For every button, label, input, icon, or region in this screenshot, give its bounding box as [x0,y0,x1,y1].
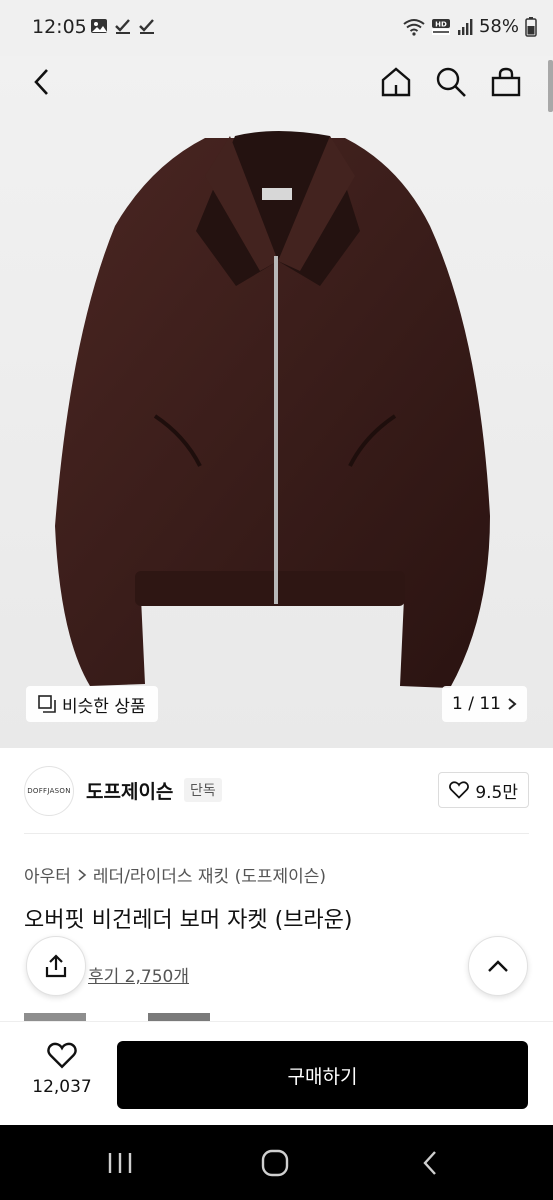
back-nav-button[interactable] [410,1145,450,1181]
brand-logo[interactable]: DOFFJASON [24,766,74,816]
battery-percent: 58% [478,16,519,37]
share-button[interactable] [26,936,86,996]
buy-button[interactable]: 구매하기 [117,1041,528,1109]
check-icon [115,19,130,34]
share-icon [45,954,67,978]
gallery-icon [91,19,107,33]
recent-apps-button[interactable] [100,1145,140,1181]
brand-like-button[interactable]: 9.5만 [438,772,529,808]
image-counter-text: 1 / 11 [452,694,501,714]
cart-button[interactable] [488,64,524,100]
search-icon [436,67,466,97]
status-right: HD 58% [403,16,537,37]
status-time: 12:05 [32,16,87,38]
back-button[interactable] [24,64,60,100]
recent-apps-icon [108,1153,132,1173]
back-nav-icon [423,1151,436,1175]
copy-icon [38,695,56,713]
check-icon [139,19,154,34]
status-notification-icons [90,17,156,35]
wifi-icon [403,18,425,36]
similar-products-button[interactable]: 비슷한 상품 [26,686,158,722]
thumbnail-strip [24,1013,210,1021]
wishlist-button[interactable]: 12,037 [22,1042,102,1097]
heart-icon [449,781,470,799]
home-circle-icon [261,1149,289,1177]
scroll-indicator [548,60,553,112]
scroll-top-button[interactable] [468,936,528,996]
brand-row[interactable]: DOFFJASON 도프제이슨 단독 9.5만 [24,764,529,818]
breadcrumb: 아우터 레더/라이더스 재킷 (도프제이슨) [24,862,326,887]
heart-icon [47,1042,77,1069]
breadcrumb-category[interactable]: 아우터 [24,862,71,887]
cart-icon [491,67,521,97]
brand-like-count: 9.5만 [475,782,518,803]
hd-voice-icon: HD [431,18,450,35]
battery-icon [525,16,537,37]
bottom-action-bar: 12,037 구매하기 [0,1021,553,1125]
system-nav-bar [0,1125,553,1200]
similar-products-label: 비슷한 상품 [62,696,146,717]
home-icon [381,67,411,97]
breadcrumb-subcategory[interactable]: 레더/라이더스 재킷 (도프제이슨) [93,862,326,887]
brand-name[interactable]: 도프제이슨 [86,777,173,804]
image-counter[interactable]: 1 / 11 [442,686,527,722]
product-title: 오버핏 비건레더 보머 자켓 (브라운) [24,908,353,933]
divider [24,833,529,834]
thumbnail[interactable] [86,1013,148,1021]
signal-icon [457,18,473,35]
status-bar: 12:05 HD 58% [0,0,553,56]
chevron-right-icon [508,698,517,710]
svg-text:HD: HD [435,20,447,28]
product-image[interactable]: 비슷한 상품 1 / 11 [0,56,553,748]
search-button[interactable] [433,64,469,100]
thumbnail[interactable] [24,1013,86,1021]
jacket-illustration [55,131,490,688]
chevron-up-icon [488,960,508,972]
wishlist-count: 12,037 [32,1077,92,1097]
thumbnail[interactable] [148,1013,210,1021]
review-link[interactable]: 후기 2,750개 [88,962,189,987]
exclusive-badge: 단독 [184,778,222,802]
home-nav-button[interactable] [255,1145,295,1181]
home-button[interactable] [378,64,414,100]
chevron-right-icon [78,868,87,881]
back-icon [34,69,48,95]
